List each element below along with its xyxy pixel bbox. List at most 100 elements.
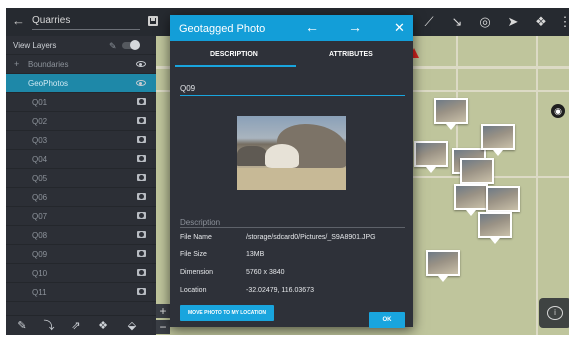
camera-icon <box>137 117 146 124</box>
attr-file-name-label: File Name <box>180 234 212 241</box>
tab-attributes[interactable]: ATTRIBUTES <box>329 51 373 58</box>
layer-item-label: Q11 <box>32 288 47 297</box>
camera-icon <box>137 231 146 238</box>
list-item[interactable]: Q08 <box>6 226 156 245</box>
camera-icon <box>137 98 146 105</box>
more-icon[interactable]: ⋮ <box>557 14 570 30</box>
search-field[interactable]: Quarries <box>32 15 70 26</box>
pencil-icon[interactable]: ✎ <box>109 41 117 52</box>
list-item[interactable]: Q01 <box>6 93 156 112</box>
layers-remove-icon[interactable]: ⬙ <box>125 319 139 333</box>
list-item[interactable]: Q09 <box>6 245 156 264</box>
layer-item-label: Q04 <box>32 155 48 164</box>
dialog-header: Geotagged Photo ← → ✕ <box>170 15 413 41</box>
layer-geophotos-label: GeoPhotos <box>28 79 69 88</box>
layer-boundaries[interactable]: + Boundaries <box>6 55 156 74</box>
camera-icon <box>137 136 146 143</box>
eye-icon[interactable] <box>136 80 146 86</box>
route-icon[interactable]: ↘ <box>449 14 465 30</box>
globe-icon[interactable]: ◉ <box>551 104 565 118</box>
camera-icon <box>137 288 146 295</box>
app-window: ← Quarries ⟋ ↘ ◎ ➤ ❖ ⋮ View Layers ✎ + B… <box>6 8 569 335</box>
camera-icon <box>137 212 146 219</box>
layer-geophotos[interactable]: GeoPhotos <box>6 74 156 93</box>
layers-panel: View Layers ✎ + Boundaries GeoPhotos Q01… <box>6 36 156 335</box>
info-icon: i <box>547 306 563 320</box>
camera-icon <box>137 155 146 162</box>
expand-icon[interactable]: + <box>14 59 19 69</box>
layer-boundaries-label: Boundaries <box>28 60 69 69</box>
camera-icon <box>137 250 146 257</box>
save-icon[interactable] <box>148 16 158 26</box>
photo-marker[interactable] <box>460 158 494 190</box>
dialog-title: Geotagged Photo <box>179 23 266 35</box>
description-field[interactable]: Description <box>180 218 220 227</box>
map-road <box>456 36 458 156</box>
import-icon[interactable]: ⤵ <box>42 319 56 333</box>
list-item[interactable]: Q06 <box>6 188 156 207</box>
layer-item-label: Q08 <box>32 231 48 240</box>
attr-dimension-label: Dimension <box>180 269 214 276</box>
attr-file-name-value: /storage/sdcard0/Pictures/_S9A8901.JPG <box>246 234 376 241</box>
camera-icon <box>137 193 146 200</box>
camera-icon <box>137 269 146 276</box>
list-item[interactable]: Q11 <box>6 283 156 302</box>
layer-item-label: Q01 <box>32 98 48 107</box>
gps-target-icon[interactable]: ◎ <box>477 14 493 30</box>
tab-description[interactable]: DESCRIPTION <box>210 51 258 58</box>
previous-photo-button[interactable]: ← <box>305 20 319 34</box>
layer-item-label: Q06 <box>32 193 48 202</box>
layer-item-label: Q03 <box>32 136 48 145</box>
arrow-left-icon[interactable]: ← <box>12 14 26 28</box>
layer-item-label: Q10 <box>32 269 48 278</box>
move-photo-button[interactable]: MOVE PHOTO TO MY LOCATION <box>180 305 274 321</box>
layers-header-label: View Layers <box>13 41 57 50</box>
layers-icon[interactable]: ❖ <box>533 14 549 30</box>
photo-preview[interactable] <box>237 116 346 190</box>
geotagged-photo-dialog: Geotagged Photo ← → ✕ DESCRIPTION ATTRIB… <box>170 15 413 328</box>
photo-marker[interactable] <box>414 141 448 173</box>
photo-marker[interactable] <box>481 124 515 156</box>
attr-file-size-label: File Size <box>180 251 207 258</box>
list-item[interactable]: Q04 <box>6 150 156 169</box>
layer-item-label: Q09 <box>32 250 48 259</box>
dialog-tabs: DESCRIPTION ATTRIBUTES <box>170 41 413 69</box>
layer-item-label: Q02 <box>32 117 48 126</box>
attr-file-size-value: 13MB <box>246 251 265 258</box>
eye-icon[interactable] <box>136 61 146 67</box>
attr-dimension-value: 5760 x 3840 <box>246 269 285 276</box>
pencil-icon[interactable]: ✎ <box>15 319 29 333</box>
photo-marker[interactable] <box>426 250 460 282</box>
layer-item-label: Q05 <box>32 174 48 183</box>
photo-marker[interactable] <box>478 212 512 244</box>
ruler-icon[interactable]: ⟋ <box>421 14 437 30</box>
layer-item-label: Q07 <box>32 212 48 221</box>
photo-marker[interactable] <box>486 186 520 218</box>
next-photo-button[interactable]: → <box>348 20 362 34</box>
photo-marker[interactable] <box>434 98 468 130</box>
bottom-toolbar: ✎ ⤵ ⇗ ❖ ⬙ <box>6 315 156 335</box>
zoom-out-button[interactable]: − <box>156 320 170 334</box>
map-road <box>536 36 538 335</box>
search-underline <box>32 29 140 30</box>
close-button[interactable]: ✕ <box>394 21 405 34</box>
description-underline <box>180 227 405 228</box>
attr-location-value: -32.02479, 116.03673 <box>246 287 314 294</box>
ok-button[interactable]: OK <box>369 312 405 328</box>
active-tab-indicator <box>175 65 296 67</box>
attr-location-label: Location <box>180 287 207 294</box>
export-icon[interactable]: ⇗ <box>69 319 83 333</box>
info-button[interactable]: i <box>539 298 569 328</box>
photo-name-field[interactable]: Q09 <box>180 84 195 93</box>
list-item[interactable]: Q07 <box>6 207 156 226</box>
layers-header: View Layers ✎ <box>6 36 156 55</box>
list-item[interactable]: Q05 <box>6 169 156 188</box>
list-item[interactable]: Q10 <box>6 264 156 283</box>
layers-add-icon[interactable]: ❖ <box>96 319 110 333</box>
navigate-icon[interactable]: ➤ <box>505 14 521 30</box>
photo-marker[interactable] <box>454 184 488 216</box>
list-item[interactable]: Q02 <box>6 112 156 131</box>
list-item[interactable]: Q03 <box>6 131 156 150</box>
layers-toggle[interactable] <box>122 40 140 50</box>
zoom-in-button[interactable]: + <box>156 304 170 318</box>
